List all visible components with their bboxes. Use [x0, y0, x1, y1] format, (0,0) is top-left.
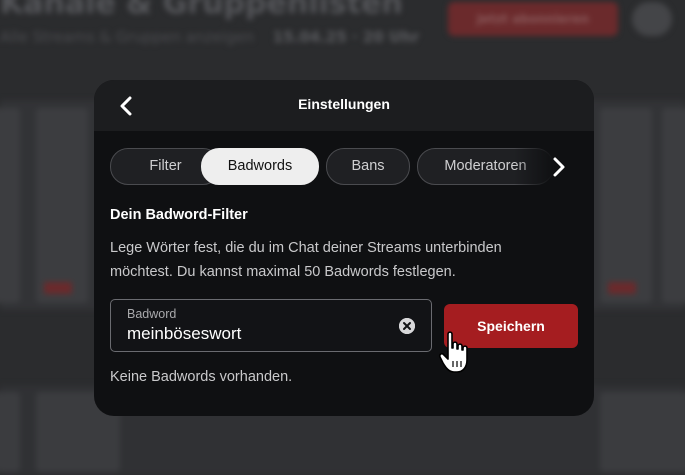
modal-header: Einstellungen [94, 80, 594, 131]
clear-circle-icon [399, 318, 415, 334]
background-subtitle: Alle Streams & Gruppen anzeigen 15.04.25… [0, 28, 419, 46]
badword-field-label: Badword [127, 307, 177, 321]
chevron-right-icon [553, 157, 565, 177]
tab-bar: Filter Badwords Bans Moderatoren [110, 148, 555, 185]
badword-input[interactable] [127, 322, 387, 346]
background-card [600, 392, 685, 472]
background-subtitle-time: 15.04.25 · 20 Uhr [272, 28, 420, 46]
background-card [36, 108, 88, 303]
background-badge [44, 282, 72, 294]
tabs-next-button[interactable] [548, 154, 570, 180]
clear-input-button[interactable] [399, 318, 415, 334]
modal-title: Einstellungen [298, 96, 390, 112]
background-subtitle-text: Alle Streams & Gruppen anzeigen [0, 28, 254, 46]
empty-badwords-message: Keine Badwords vorhanden. [110, 369, 293, 385]
background-circle [632, 2, 672, 36]
tab-bans[interactable]: Bans [326, 148, 410, 185]
tab-badwords[interactable]: Badwords [201, 148, 319, 185]
background-card [662, 108, 685, 303]
section-title: Dein Badword-Filter [110, 207, 248, 223]
background-subscribe-button: Jetzt abonnieren [448, 2, 618, 36]
badword-field: Badword [110, 299, 432, 352]
save-button[interactable]: Speichern [444, 304, 578, 348]
background-title: Kanäle & Gruppenlisten [0, 0, 403, 21]
settings-modal: Einstellungen Filter Badwords Bans Moder… [94, 80, 594, 416]
background-card [0, 392, 20, 472]
background-card [0, 108, 20, 303]
background-card [600, 108, 652, 303]
background-badge [608, 282, 636, 294]
description-text: Lege Wörter fest, die du im Chat deiner … [110, 240, 502, 280]
